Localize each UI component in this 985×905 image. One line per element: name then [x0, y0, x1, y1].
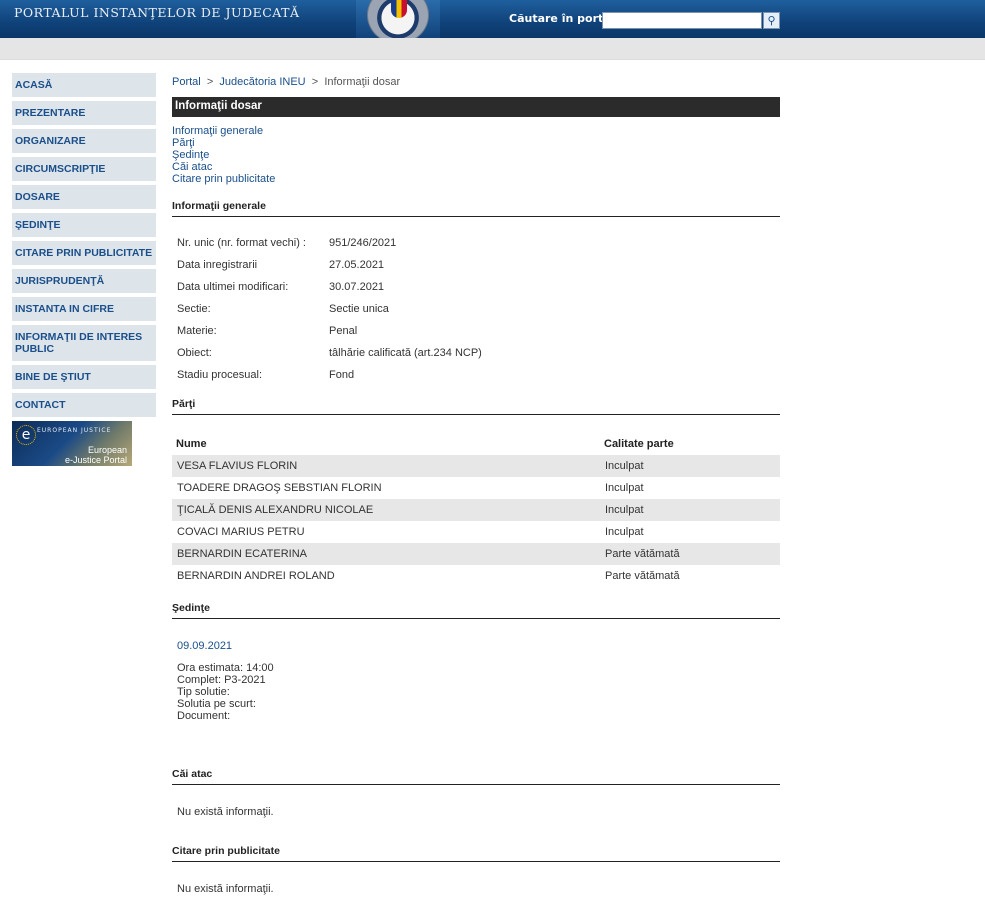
breadcrumb-separator: >: [203, 76, 217, 88]
sidebar-item-circumscriptie[interactable]: CIRCUMSCRIPŢIE: [12, 157, 156, 181]
sidebar-item-prezentare[interactable]: PREZENTARE: [12, 101, 156, 125]
cai-atac-empty-text: Nu există informaţii.: [177, 806, 274, 818]
info-row: Obiect: tâlhărie calificată (art.234 NCP): [172, 342, 780, 364]
info-row: Data ultimei modificari: 30.07.2021: [172, 276, 780, 298]
info-label: Data inregistrarii: [177, 259, 258, 271]
table-row: COVACI MARIUS PETRU Inculpat: [172, 521, 780, 543]
hearing-detail: Complet: P3-2021: [177, 674, 266, 686]
breadcrumb-portal[interactable]: Portal: [172, 76, 201, 88]
section-links: Informaţii generale Părţi Şedinţe Căi at…: [172, 125, 780, 185]
info-value: 27.05.2021: [329, 259, 385, 271]
hearing-detail: Tip solutie:: [177, 686, 230, 698]
party-role: Parte vătămată: [605, 570, 680, 582]
coat-of-arms-icon: [391, 0, 407, 18]
search-label: Căutare în portal: [509, 12, 615, 25]
info-label: Obiect:: [177, 347, 212, 359]
breadcrumb-current: Informaţii dosar: [324, 76, 401, 88]
section-title-general: Informaţii generale: [172, 200, 780, 217]
info-value: Fond: [329, 369, 355, 381]
sidebar-item-sedinte[interactable]: ŞEDINŢE: [12, 213, 156, 237]
info-value: tâlhărie calificată (art.234 NCP): [329, 347, 482, 359]
breadcrumb-court[interactable]: Judecătoria INEU: [219, 76, 305, 88]
info-row: Materie: Penal: [172, 320, 780, 342]
sidebar-item-interes-public[interactable]: INFORMAŢII DE INTERES PUBLIC: [12, 325, 156, 361]
ejustice-line1: European: [87, 445, 127, 455]
info-row: Data inregistrarii 27.05.2021: [172, 254, 780, 276]
info-label: Materie:: [177, 325, 217, 337]
top-header-bar: PORTALUL INSTANŢELOR DE JUDECATĂ Căutare…: [0, 0, 985, 38]
toc-link-cai-atac[interactable]: Căi atac: [172, 161, 780, 173]
party-role: Inculpat: [600, 499, 780, 521]
party-name: BERNARDIN ANDREI ROLAND: [177, 570, 335, 582]
sidebar-item-instanta-in-cifre[interactable]: INSTANTA IN CIFRE: [12, 297, 156, 321]
info-label: Stadiu procesual:: [177, 369, 262, 381]
section-title-sedinte: Şedinţe: [172, 602, 780, 619]
sidebar-item-bine-de-stiut[interactable]: BINE DE ŞTIUT: [12, 365, 156, 389]
toc-link-citare[interactable]: Citare prin publicitate: [172, 173, 780, 185]
hearing-detail: Solutia pe scurt:: [177, 698, 256, 710]
party-role: Inculpat: [600, 455, 780, 477]
table-row: BERNARDIN ANDREI ROLAND Parte vătămată: [172, 565, 780, 587]
ejustice-line2: e-Justice Portal: [64, 455, 127, 465]
sub-header-bar: [0, 38, 985, 60]
section-title-citare: Citare prin publicitate: [172, 845, 780, 862]
search-input[interactable]: [602, 12, 762, 29]
party-name: COVACI MARIUS PETRU: [177, 526, 305, 538]
section-title-parti: Părţi: [172, 398, 780, 415]
info-value: Penal: [329, 325, 358, 337]
party-role: Inculpat: [605, 482, 644, 494]
info-row: Sectie: Sectie unica: [172, 298, 780, 320]
table-row: TOADERE DRAGOŞ SEBSTIAN FLORIN Inculpat: [172, 477, 780, 499]
party-name: BERNARDIN ECATERINA: [172, 543, 600, 565]
hearing-detail: Ora estimata: 14:00: [177, 662, 274, 674]
table-header-row: Nume Calitate parte: [172, 433, 780, 455]
sidebar-item-dosare[interactable]: DOSARE: [12, 185, 156, 209]
sidebar-item-contact[interactable]: CONTACT: [12, 393, 156, 417]
hearing-details: Ora estimata: 14:00 Complet: P3-2021 Tip…: [177, 662, 780, 722]
ejustice-small-text: EUROPEAN JUSTICE: [37, 427, 112, 434]
search-icon: ⚲: [767, 14, 776, 27]
portal-title[interactable]: PORTALUL INSTANŢELOR DE JUDECATĂ: [14, 5, 300, 20]
parti-table: Nume Calitate parte VESA FLAVIUS FLORIN I…: [172, 433, 780, 587]
sidebar-nav: ACASĂ PREZENTARE ORGANIZARE CIRCUMSCRIPŢ…: [12, 73, 156, 466]
page-title: Informaţii dosar: [172, 97, 780, 117]
party-name: ŢICALĂ DENIS ALEXANDRU NICOLAE: [172, 499, 600, 521]
sidebar-item-jurisprudenta[interactable]: JURISPRUDENŢĂ: [12, 269, 156, 293]
general-info-table: Nr. unic (nr. format vechi) : 951/246/202…: [172, 232, 780, 386]
search-button[interactable]: ⚲: [763, 12, 780, 29]
sidebar-item-organizare[interactable]: ORGANIZARE: [12, 129, 156, 153]
table-row: BERNARDIN ECATERINA Parte vătămată: [172, 543, 780, 565]
info-value: 951/246/2021: [329, 237, 397, 249]
column-header-calitate: Calitate parte: [604, 438, 674, 450]
table-row: VESA FLAVIUS FLORIN Inculpat: [172, 455, 780, 477]
citare-empty-text: Nu există informaţii.: [177, 883, 274, 895]
sidebar-item-acasa[interactable]: ACASĂ: [12, 73, 156, 97]
ejustice-logo-icon: e: [16, 425, 36, 445]
hearing-date: 09.09.2021: [177, 640, 233, 652]
breadcrumb-separator: >: [308, 76, 322, 88]
info-label: Data ultimei modificari:: [177, 281, 289, 293]
ejustice-banner-text: European e-Justice Portal: [65, 445, 127, 465]
table-row: ŢICALĂ DENIS ALEXANDRU NICOLAE Inculpat: [172, 499, 780, 521]
info-value: Sectie unica: [329, 303, 389, 315]
info-value: 30.07.2021: [329, 281, 385, 293]
main-content: Portal > Judecătoria INEU > Informaţii d…: [172, 76, 780, 895]
party-role: Inculpat: [605, 526, 644, 538]
toc-link-general[interactable]: Informaţii generale: [172, 125, 780, 137]
party-name: TOADERE DRAGOŞ SEBSTIAN FLORIN: [177, 482, 382, 494]
section-title-cai-atac: Căi atac: [172, 768, 780, 785]
breadcrumb: Portal > Judecătoria INEU > Informaţii d…: [172, 76, 780, 90]
sidebar-item-citare[interactable]: CITARE PRIN PUBLICITATE: [12, 241, 156, 265]
info-row: Stadiu procesual: Fond: [172, 364, 780, 386]
column-header-nume: Nume: [176, 438, 207, 450]
info-row: Nr. unic (nr. format vechi) : 951/246/202…: [172, 232, 780, 254]
party-name: VESA FLAVIUS FLORIN: [172, 455, 600, 477]
hearing-detail: Document:: [177, 710, 231, 722]
toc-link-parti[interactable]: Părţi: [172, 137, 780, 149]
party-role: Parte vătămată: [600, 543, 780, 565]
info-label: Nr. unic (nr. format vechi) :: [177, 237, 306, 249]
info-label: Sectie:: [177, 303, 211, 315]
ejustice-portal-banner[interactable]: e EUROPEAN JUSTICE European e-Justice Po…: [12, 421, 132, 466]
toc-link-sedinte[interactable]: Şedinţe: [172, 149, 780, 161]
